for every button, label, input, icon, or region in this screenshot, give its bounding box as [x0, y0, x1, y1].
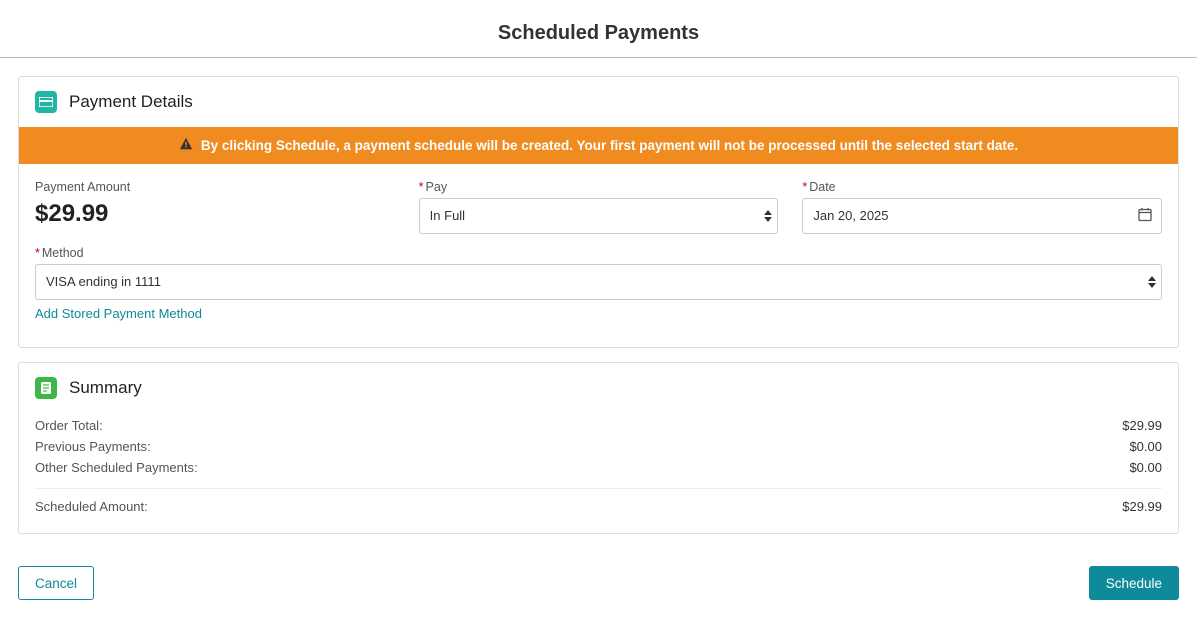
method-select[interactable]: VISA ending in 1111	[35, 264, 1162, 300]
footer-actions: Cancel Schedule	[0, 566, 1197, 618]
page-title: Scheduled Payments	[0, 0, 1197, 58]
payment-amount-group: Payment Amount $29.99	[35, 180, 395, 234]
method-label: *Method	[35, 246, 1162, 260]
summary-label: Scheduled Amount:	[35, 499, 148, 514]
summary-label: Other Scheduled Payments:	[35, 460, 198, 475]
summary-value: $0.00	[1129, 460, 1162, 475]
date-label: *Date	[802, 180, 1162, 194]
summary-row-scheduled: Scheduled Amount: $29.99	[35, 488, 1162, 517]
payment-details-panel: Payment Details By clicking Schedule, a …	[18, 76, 1179, 348]
summary-row-other: Other Scheduled Payments: $0.00	[35, 457, 1162, 478]
summary-label: Order Total:	[35, 418, 103, 433]
date-group: *Date Jan 20, 2025	[802, 180, 1162, 234]
cancel-button[interactable]: Cancel	[18, 566, 94, 600]
summary-label: Previous Payments:	[35, 439, 151, 454]
summary-value: $29.99	[1122, 418, 1162, 433]
payment-form: Payment Amount $29.99 *Pay In Full *Date	[19, 164, 1178, 347]
summary-row-previous: Previous Payments: $0.00	[35, 436, 1162, 457]
summary-body: Order Total: $29.99 Previous Payments: $…	[19, 413, 1178, 533]
payment-details-header: Payment Details	[19, 77, 1178, 127]
warning-icon	[179, 137, 193, 154]
pay-group: *Pay In Full	[419, 180, 779, 234]
summary-value: $29.99	[1122, 499, 1162, 514]
summary-icon	[35, 377, 57, 399]
warning-text: By clicking Schedule, a payment schedule…	[201, 138, 1018, 153]
pay-label: *Pay	[419, 180, 779, 194]
pay-select[interactable]: In Full	[419, 198, 779, 234]
add-payment-method-link[interactable]: Add Stored Payment Method	[35, 306, 1162, 321]
summary-header: Summary	[19, 363, 1178, 413]
method-group: *Method VISA ending in 1111 Add Stored P…	[35, 246, 1162, 321]
content-area: Payment Details By clicking Schedule, a …	[0, 58, 1197, 566]
summary-title: Summary	[69, 378, 142, 398]
summary-panel: Summary Order Total: $29.99 Previous Pay…	[18, 362, 1179, 534]
payment-amount-value: $29.99	[35, 200, 395, 228]
summary-value: $0.00	[1129, 439, 1162, 454]
payment-icon	[35, 91, 57, 113]
payment-amount-label: Payment Amount	[35, 180, 395, 194]
payment-details-title: Payment Details	[69, 92, 193, 112]
date-input[interactable]: Jan 20, 2025	[802, 198, 1162, 234]
summary-row-order-total: Order Total: $29.99	[35, 415, 1162, 436]
schedule-button[interactable]: Schedule	[1089, 566, 1179, 600]
warning-banner: By clicking Schedule, a payment schedule…	[19, 127, 1178, 164]
